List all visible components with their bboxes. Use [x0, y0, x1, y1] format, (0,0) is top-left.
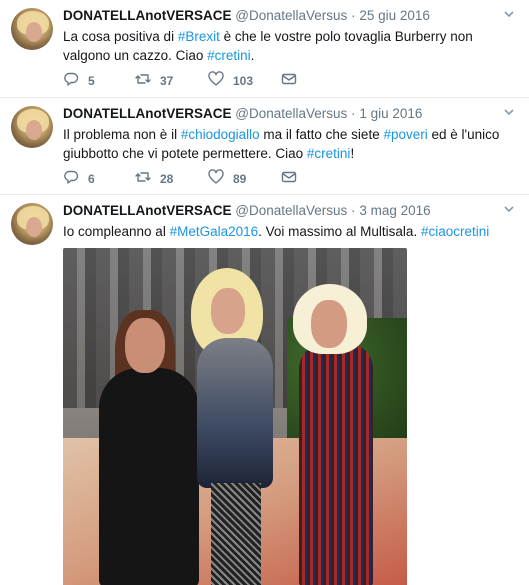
timestamp[interactable]: 3 mag 2016 [359, 203, 430, 218]
like-button[interactable]: 89 [208, 168, 247, 190]
user-handle[interactable]: @DonatellaVersus [235, 203, 347, 218]
like-count: 89 [233, 172, 247, 186]
timestamp[interactable]: 25 giu 2016 [359, 8, 430, 23]
direct-message-button[interactable] [281, 72, 297, 90]
tweet-actions: 6 28 89 [63, 168, 323, 190]
person-left [99, 368, 199, 585]
like-count: 103 [233, 74, 254, 88]
separator-dot: · [351, 203, 356, 218]
person-center-legs [211, 483, 261, 585]
envelope-icon [281, 71, 297, 92]
user-handle[interactable]: @DonatellaVersus [235, 106, 347, 121]
tweet-header: DONATELLAnotVERSACE @DonatellaVersus · 3… [63, 203, 499, 218]
chevron-down-icon[interactable] [503, 203, 515, 215]
tweet-photo[interactable] [63, 248, 407, 585]
reply-icon [63, 71, 79, 92]
retweet-button[interactable]: 28 [135, 170, 173, 188]
tweet-text: Io compleanno al #MetGala2016. Voi massi… [63, 222, 515, 241]
text-segment: ! [350, 146, 355, 161]
heart-icon [208, 168, 224, 190]
separator-dot: · [351, 106, 356, 121]
hashtag-link[interactable]: #Brexit [178, 29, 220, 44]
hashtag-link[interactable]: #poveri [383, 127, 427, 142]
person-left-face [125, 318, 165, 373]
avatar[interactable] [11, 8, 53, 50]
retweet-count: 28 [160, 172, 174, 186]
timestamp[interactable]: 1 giu 2016 [359, 106, 422, 121]
text-segment: ma il fatto che siete [259, 127, 384, 142]
chevron-down-icon[interactable] [503, 8, 515, 20]
text-segment: Il problema non è il [63, 127, 181, 142]
chevron-down-icon[interactable] [503, 106, 515, 118]
tweet-header: DONATELLAnotVERSACE @DonatellaVersus · 2… [63, 8, 499, 23]
reply-button[interactable]: 5 [63, 72, 95, 90]
tweet-actions: 5 37 103 [63, 70, 323, 92]
hashtag-link[interactable]: #MetGala2016 [170, 224, 259, 239]
tweet[interactable]: DONATELLAnotVERSACE @DonatellaVersus · 2… [0, 0, 529, 98]
person-center-face [211, 288, 245, 334]
tweet-header: DONATELLAnotVERSACE @DonatellaVersus · 1… [63, 106, 499, 121]
avatar[interactable] [11, 203, 53, 245]
like-button[interactable]: 103 [208, 70, 254, 92]
hashtag-link[interactable]: #chiodogiallo [181, 127, 260, 142]
text-segment: . Voi massimo al Multisala. [258, 224, 421, 239]
separator-dot: · [351, 8, 356, 23]
reply-count: 5 [88, 74, 95, 88]
retweet-icon [135, 71, 151, 92]
heart-icon [208, 70, 224, 92]
display-name[interactable]: DONATELLAnotVERSACE [63, 203, 232, 218]
hashtag-link[interactable]: #cretini [207, 48, 251, 63]
tweet[interactable]: DONATELLAnotVERSACE @DonatellaVersus · 1… [0, 98, 529, 195]
envelope-icon [281, 169, 297, 190]
text-segment: La cosa positiva di [63, 29, 178, 44]
retweet-icon [135, 169, 151, 190]
timeline: DONATELLAnotVERSACE @DonatellaVersus · 2… [0, 0, 529, 585]
tweet-text: La cosa positiva di #Brexit è che le vos… [63, 27, 515, 65]
hashtag-link[interactable]: #ciaocretini [421, 224, 489, 239]
display-name[interactable]: DONATELLAnotVERSACE [63, 8, 232, 23]
tweet-text: Il problema non è il #chiodogiallo ma il… [63, 125, 515, 163]
hashtag-link[interactable]: #cretini [307, 146, 351, 161]
text-segment: . [250, 48, 255, 63]
direct-message-button[interactable] [281, 170, 297, 188]
text-segment: Io compleanno al [63, 224, 170, 239]
person-right [299, 343, 373, 585]
retweet-count: 37 [160, 74, 174, 88]
retweet-button[interactable]: 37 [135, 72, 173, 90]
reply-count: 6 [88, 172, 95, 186]
reply-icon [63, 169, 79, 190]
display-name[interactable]: DONATELLAnotVERSACE [63, 106, 232, 121]
reply-button[interactable]: 6 [63, 170, 95, 188]
person-center [197, 338, 273, 488]
person-right-face [311, 300, 347, 348]
user-handle[interactable]: @DonatellaVersus [235, 8, 347, 23]
avatar[interactable] [11, 106, 53, 148]
